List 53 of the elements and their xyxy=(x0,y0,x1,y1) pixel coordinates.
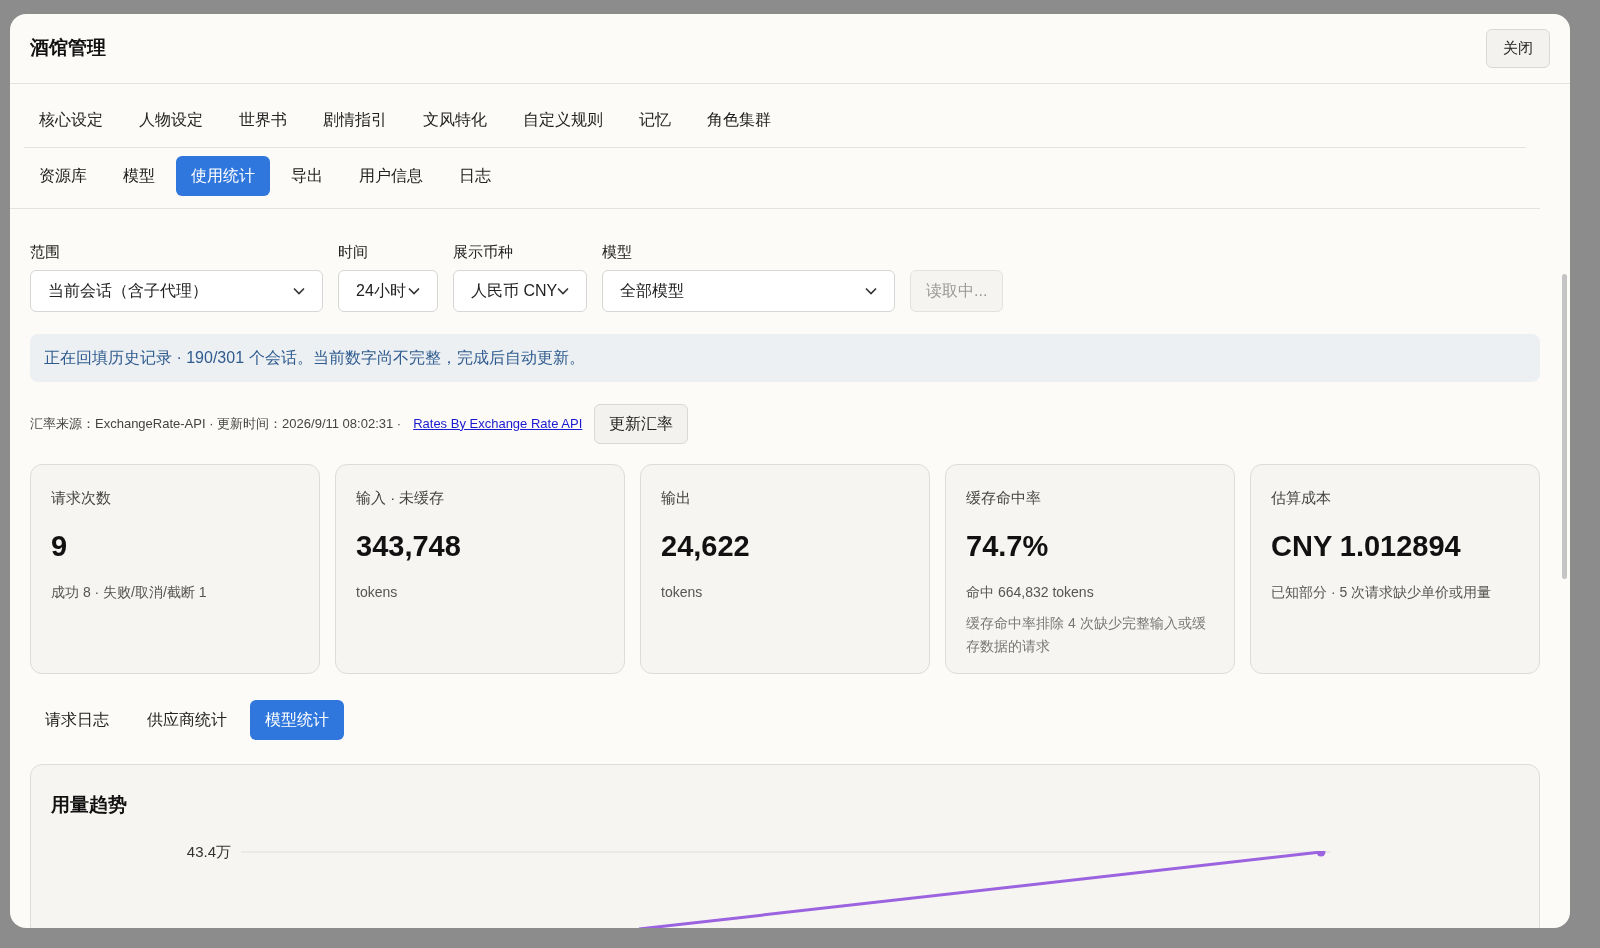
tab[interactable]: 世界书 xyxy=(224,99,302,140)
sub-tab[interactable]: 模型统计 xyxy=(250,699,344,740)
tab[interactable]: 文风特化 xyxy=(408,99,502,140)
chart-title: 用量趋势 xyxy=(51,792,128,817)
select-field[interactable]: 24小时 xyxy=(338,269,438,312)
stat-label: 估算成本 xyxy=(1271,487,1332,508)
sub-tab[interactable]: 供应商统计 xyxy=(132,699,242,740)
window-title: 酒馆管理 xyxy=(30,36,106,61)
stat-note: 命中 664,832 tokens xyxy=(966,582,1095,602)
tab[interactable]: 记忆 xyxy=(624,99,686,140)
tab[interactable]: 剧情指引 xyxy=(308,99,402,140)
stat-value: 74.7% xyxy=(966,529,1050,564)
tab[interactable]: 资源库 xyxy=(24,156,102,196)
progress-notice: 正在回填历史记录 · 190/301 个会话。当前数字尚不完整，完成后自动更新。 xyxy=(30,333,1540,382)
filter-label: 范围 xyxy=(30,242,61,262)
stat-note: tokens xyxy=(661,582,704,602)
stat-note: 缓存命中率排除 4 次缺少完整输入或缓存数据的请求 xyxy=(966,613,1207,656)
chevron-down-icon xyxy=(557,286,570,295)
tab[interactable]: 用户信息 xyxy=(344,156,438,196)
select-field[interactable]: 当前会话（含子代理） xyxy=(30,269,323,312)
tab[interactable]: 导出 xyxy=(276,156,338,196)
stat-value: 24,622 xyxy=(661,529,751,564)
stat-label: 输出 xyxy=(661,487,692,508)
tab[interactable]: 角色集群 xyxy=(692,99,786,140)
stat-label: 请求次数 xyxy=(51,487,112,508)
tab[interactable]: 核心设定 xyxy=(24,99,118,140)
filter-label: 时间 xyxy=(338,242,369,262)
tab[interactable]: 日志 xyxy=(444,156,506,196)
stat-note: 成功 8 · 失败/取消/截断 1 xyxy=(51,582,208,602)
chevron-down-icon xyxy=(865,286,877,295)
update-rates-button[interactable]: 更新汇率 xyxy=(594,403,689,444)
stat-value: 343,748 xyxy=(356,529,462,564)
stat-label: 输入 · 未缓存 xyxy=(356,487,446,508)
tab[interactable]: 自定义规则 xyxy=(508,99,618,140)
tab[interactable]: 使用统计 xyxy=(176,156,270,196)
tab[interactable]: 模型 xyxy=(108,156,170,196)
sub-tab[interactable]: 请求日志 xyxy=(30,699,124,740)
select-field[interactable]: 人民币 CNY xyxy=(453,269,587,312)
filter-label: 模型 xyxy=(602,242,633,262)
stat-note: 已知部分 · 5 次请求缺少单价或用量 xyxy=(1271,582,1493,602)
select-field[interactable]: 全部模型 xyxy=(602,269,895,312)
stat-note: tokens xyxy=(356,582,399,602)
tab[interactable]: 人物设定 xyxy=(124,99,218,140)
filter-label: 展示币种 xyxy=(453,242,514,262)
close-button[interactable]: 关闭 xyxy=(1486,29,1550,68)
stat-value: 9 xyxy=(51,529,69,564)
y-axis-label: 43.4万 xyxy=(185,843,232,861)
exchange-rate-info: 汇率来源：ExchangeRate-API · 更新时间：2026/9/11 08:02:31 · xyxy=(30,414,402,433)
chevron-down-icon xyxy=(408,286,420,295)
stat-value: CNY 1.012894 xyxy=(1271,529,1462,564)
stat-label: 缓存命中率 xyxy=(966,487,1042,508)
rates-link[interactable]: Rates By Exchange Rate API xyxy=(413,413,583,434)
chevron-down-icon xyxy=(293,286,305,295)
